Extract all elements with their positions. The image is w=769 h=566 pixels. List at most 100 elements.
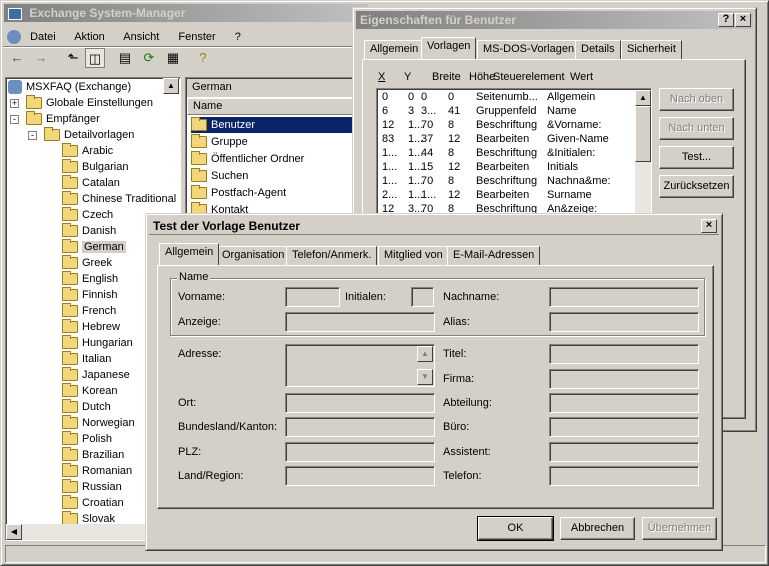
props-tab-sicherheit[interactable]: Sicherheit <box>621 40 682 59</box>
tree-item[interactable]: Hebrew <box>62 319 120 335</box>
tree-item[interactable]: French <box>62 303 116 319</box>
tree-scroll-up[interactable]: ▲ <box>163 78 179 94</box>
props-scroll-up[interactable]: ▲ <box>635 90 651 106</box>
cancel-button[interactable]: Abbrechen <box>560 517 635 540</box>
tree-item[interactable]: Bulgarian <box>62 159 128 175</box>
tree-item[interactable]: + Globale Einstellungen <box>10 95 153 111</box>
props-tab-msdos[interactable]: MS-DOS-Vorlagen <box>477 40 581 59</box>
list-item[interactable]: Gruppe <box>191 134 248 150</box>
plz-field[interactable] <box>285 442 435 462</box>
tree-root[interactable]: MSXFAQ (Exchange) <box>8 79 131 95</box>
back-arrow-icon[interactable]: ← <box>7 48 27 68</box>
column-header[interactable]: Steuerelement <box>493 71 565 83</box>
tree-item[interactable]: Russian <box>62 479 122 495</box>
nachname-field[interactable] <box>549 287 699 307</box>
show-tree-icon[interactable]: ◫ <box>85 48 105 68</box>
list-item[interactable]: Benutzer <box>191 117 356 133</box>
buero-field[interactable] <box>549 417 699 437</box>
adresse-scroll-up[interactable]: ▲ <box>417 346 433 362</box>
abteilung-field[interactable] <box>549 393 699 413</box>
list-item[interactable]: Suchen <box>191 168 248 184</box>
tree-item[interactable]: Catalan <box>62 175 120 191</box>
test-tab-mitglied[interactable]: Mitglied von <box>378 246 449 265</box>
tree-item[interactable]: Italian <box>62 351 111 367</box>
initialen-field[interactable] <box>411 287 434 307</box>
main-titlebar[interactable]: Exchange System-Manager <box>4 4 368 22</box>
menu-aktion[interactable]: Aktion <box>74 31 105 43</box>
move-up-button[interactable]: Nach oben <box>659 88 734 111</box>
help-icon[interactable]: ? <box>193 48 213 68</box>
app-menu-icon[interactable] <box>7 30 21 45</box>
tree-item[interactable]: Greek <box>62 255 112 271</box>
menu-fenster[interactable]: Fenster <box>178 31 215 43</box>
menu-help[interactable]: ? <box>235 31 241 43</box>
telefon-field[interactable] <box>549 466 699 486</box>
tree-item[interactable]: Polish <box>62 431 112 447</box>
firma-field[interactable] <box>549 369 699 389</box>
test-tab-organisation[interactable]: Organisation <box>216 246 291 265</box>
column-header[interactable]: Breite <box>432 71 461 83</box>
tree-item[interactable]: Dutch <box>62 399 111 415</box>
expand-toggle-icon[interactable]: - <box>10 115 19 124</box>
ok-button[interactable]: OK <box>477 516 554 541</box>
up-folder-icon[interactable]: ⬑ <box>63 48 83 68</box>
assistent-field[interactable] <box>549 442 699 462</box>
tree-item[interactable]: Chinese Traditional <box>62 191 176 207</box>
column-header[interactable]: X <box>378 71 385 83</box>
test-tab-allgemein[interactable]: Allgemein <box>159 243 220 265</box>
expand-toggle-icon[interactable]: - <box>28 131 37 140</box>
column-header-name[interactable]: Name <box>187 98 356 115</box>
column-header[interactable]: Wert <box>570 71 593 83</box>
tree-item[interactable]: Finnish <box>62 287 117 303</box>
apply-button[interactable]: Übernehmen <box>642 517 717 540</box>
close-caption-button[interactable]: × <box>735 13 751 27</box>
props-tab-allgemein[interactable]: Allgemein <box>364 40 425 59</box>
test-tab-email[interactable]: E-Mail-Adressen <box>447 246 541 265</box>
bundesland-field[interactable] <box>285 417 435 437</box>
tree-item[interactable]: Romanian <box>62 463 132 479</box>
tree-item[interactable]: - Empfänger <box>10 111 100 127</box>
tree-item[interactable]: - Detailvorlagen <box>28 127 134 143</box>
expand-toggle-icon[interactable]: + <box>10 99 19 108</box>
test-tab-telefon[interactable]: Telefon/Anmerk. <box>286 246 378 265</box>
reset-button[interactable]: Zurücksetzen <box>659 175 734 198</box>
tree-scroll-left[interactable]: ◀ <box>6 524 22 540</box>
list-item[interactable]: Öffentlicher Ordner <box>191 151 304 167</box>
test-button[interactable]: Test... <box>659 146 734 169</box>
properties-titlebar[interactable]: Eigenschaften für Benutzer <box>356 11 753 29</box>
tree-item[interactable]: Croatian <box>62 495 124 511</box>
tree-item[interactable]: Norwegian <box>62 415 135 431</box>
refresh-icon[interactable]: ⟳ <box>139 48 159 68</box>
land-field[interactable] <box>285 466 435 486</box>
props-tab-vorlagen[interactable]: Vorlagen <box>421 37 477 59</box>
menu-ansicht[interactable]: Ansicht <box>123 31 159 43</box>
forward-arrow-icon[interactable]: → <box>31 48 51 68</box>
tree-item[interactable]: Arabic <box>62 143 113 159</box>
export-icon[interactable]: ▦ <box>163 48 183 68</box>
adresse-field[interactable] <box>285 344 435 387</box>
test-titlebar[interactable]: Test der Vorlage Benutzer <box>149 217 719 235</box>
tree-item[interactable]: Czech <box>62 207 113 223</box>
tree-item[interactable]: Danish <box>62 223 116 239</box>
help-caption-button[interactable]: ? <box>718 13 734 27</box>
titel-field[interactable] <box>549 344 699 364</box>
properties-icon[interactable]: ▤ <box>115 48 135 68</box>
alias-field[interactable] <box>549 312 699 332</box>
props-tab-details[interactable]: Details <box>575 40 621 59</box>
props-scroll-thumb[interactable] <box>635 106 651 162</box>
column-header[interactable]: Höhe <box>469 71 495 83</box>
move-down-button[interactable]: Nach unten <box>659 117 734 140</box>
tree-item[interactable]: Hungarian <box>62 335 133 351</box>
anzeige-field[interactable] <box>285 312 435 332</box>
adresse-scroll-down[interactable]: ▼ <box>417 369 433 385</box>
menu-datei[interactable]: Datei <box>30 31 56 43</box>
tree-item[interactable]: Brazilian <box>62 447 124 463</box>
tree-item[interactable]: English <box>62 271 118 287</box>
tree-item[interactable]: Korean <box>62 383 117 399</box>
tree-item[interactable]: Japanese <box>62 367 130 383</box>
test-close-button[interactable]: × <box>701 219 717 233</box>
list-item[interactable]: Postfach-Agent <box>191 185 286 201</box>
ort-field[interactable] <box>285 393 435 413</box>
vorname-field[interactable] <box>285 287 340 307</box>
column-header[interactable]: Y <box>404 71 411 83</box>
